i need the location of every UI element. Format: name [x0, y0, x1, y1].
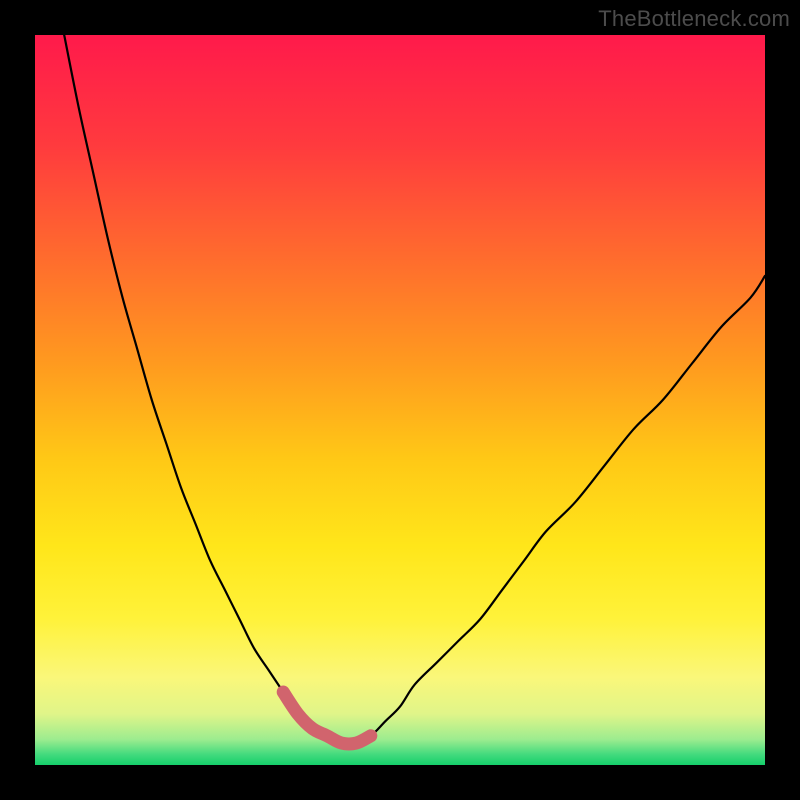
bottleneck-curve — [64, 35, 765, 744]
bottleneck-curve-highlight — [283, 692, 371, 744]
chart-frame: TheBottleneck.com — [0, 0, 800, 800]
plot-area — [35, 35, 765, 765]
watermark-label: TheBottleneck.com — [598, 6, 790, 32]
curve-layer — [35, 35, 765, 765]
